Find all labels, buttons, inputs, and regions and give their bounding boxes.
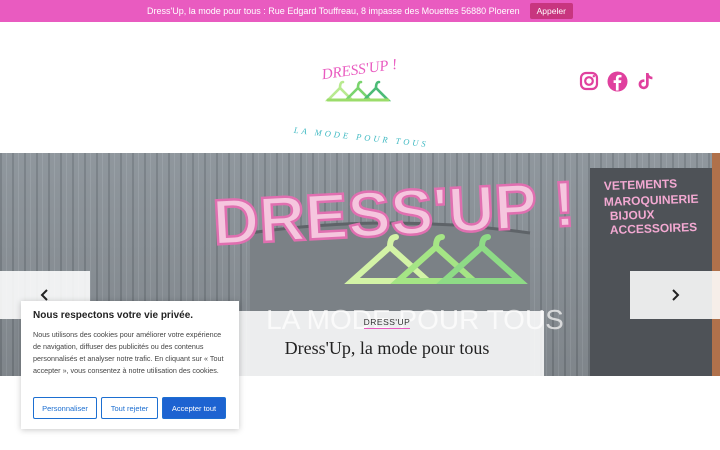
sign-line-1: VETEMENTS bbox=[604, 176, 678, 193]
reject-all-button[interactable]: Tout rejeter bbox=[101, 397, 158, 419]
chevron-right-icon bbox=[672, 289, 680, 301]
facebook-icon[interactable] bbox=[606, 70, 628, 92]
logo-tagline-text: LA MODE POUR TOUS bbox=[292, 125, 429, 149]
customize-button[interactable]: Personnaliser bbox=[33, 397, 97, 419]
social-links bbox=[578, 70, 656, 92]
caption-kicker: DRESS'UP bbox=[363, 317, 411, 329]
tiktok-icon[interactable] bbox=[634, 70, 656, 92]
logo-brand-text: DRESS'UP ! bbox=[320, 57, 398, 84]
slider-next-button[interactable] bbox=[630, 271, 720, 319]
site-logo[interactable]: DRESS'UP ! LA MODE POUR TOUS bbox=[288, 52, 434, 156]
call-button[interactable]: Appeler bbox=[529, 3, 573, 19]
top-info-bar: Dress'Up, la mode pour tous : Rue Edgard… bbox=[0, 0, 720, 22]
slide-caption: DRESS'UP Dress'Up, la mode pour tous bbox=[230, 311, 544, 376]
site-header: DRESS'UP ! LA MODE POUR TOUS bbox=[0, 22, 720, 153]
cookie-actions: Personnaliser Tout rejeter Accepter tout bbox=[33, 397, 226, 419]
chevron-left-icon bbox=[40, 289, 48, 301]
cookie-body: Nous utilisons des cookies pour améliore… bbox=[33, 330, 224, 375]
hanger-icon bbox=[324, 80, 392, 102]
caption-title: Dress'Up, la mode pour tous bbox=[284, 338, 490, 358]
cookie-consent-dialog: Nous respectons votre vie privée. Nous u… bbox=[21, 301, 239, 429]
instagram-icon[interactable] bbox=[578, 70, 600, 92]
address-text: Dress'Up, la mode pour tous : Rue Edgard… bbox=[147, 6, 520, 16]
cookie-title: Nous respectons votre vie privée. bbox=[33, 310, 194, 321]
sign-line-3: BIJOUX bbox=[610, 207, 655, 223]
accept-all-button[interactable]: Accepter tout bbox=[162, 397, 226, 419]
